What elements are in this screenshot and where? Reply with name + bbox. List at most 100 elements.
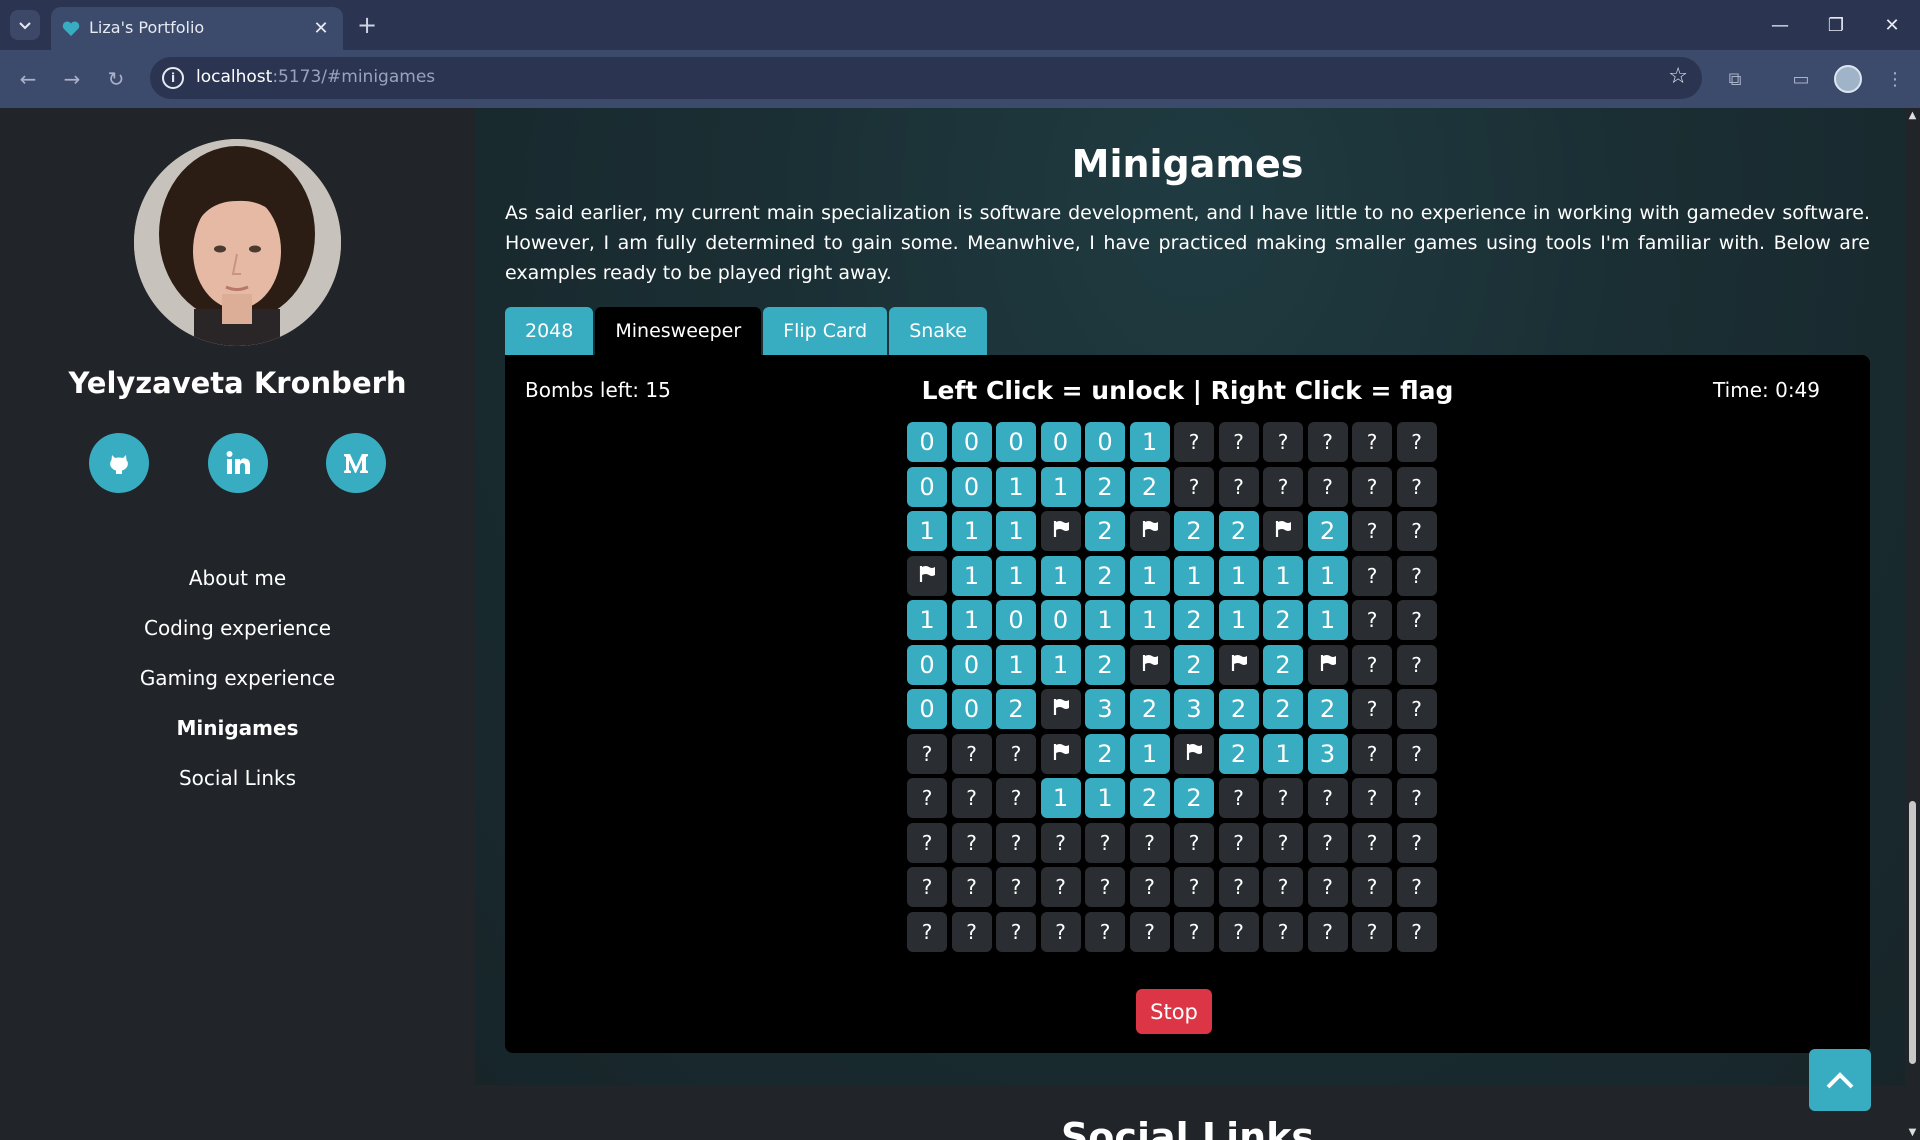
board-cell-hidden[interactable]: ? bbox=[1352, 822, 1392, 863]
board-cell-open[interactable]: 1 bbox=[1085, 778, 1125, 818]
board-cell-open[interactable]: 2 bbox=[1174, 644, 1214, 685]
board-cell-open[interactable]: 0 bbox=[907, 689, 947, 729]
board-cell-open[interactable]: 2 bbox=[1085, 466, 1125, 507]
board-cell-hidden[interactable]: ? bbox=[1218, 422, 1259, 462]
reload-icon[interactable]: ↻ bbox=[99, 62, 133, 96]
scroll-up-arrow-icon[interactable]: ▲ bbox=[1907, 110, 1918, 121]
board-cell-open[interactable]: 1 bbox=[1129, 733, 1170, 774]
board-cell-open[interactable]: 2 bbox=[1085, 511, 1125, 551]
board-cell-hidden[interactable]: ? bbox=[1085, 911, 1125, 952]
board-cell-hidden[interactable]: ? bbox=[1352, 689, 1392, 729]
restore-button[interactable]: ❐ bbox=[1808, 0, 1864, 50]
board-cell-hidden[interactable]: ? bbox=[1040, 867, 1081, 907]
board-cell-hidden[interactable]: ? bbox=[1218, 822, 1259, 863]
linkedin-link[interactable] bbox=[208, 433, 268, 493]
board-cell-hidden[interactable]: ? bbox=[1396, 422, 1437, 462]
board-cell-open[interactable]: 1 bbox=[996, 644, 1036, 685]
board-cell-open[interactable]: 0 bbox=[996, 422, 1036, 462]
board-cell-open[interactable]: 3 bbox=[1174, 689, 1214, 729]
board-cell-hidden[interactable]: ? bbox=[1352, 644, 1392, 685]
back-to-top-button[interactable] bbox=[1809, 1049, 1871, 1111]
board-cell-hidden[interactable]: ? bbox=[996, 867, 1036, 907]
forward-arrow-icon[interactable]: → bbox=[55, 62, 89, 96]
board-cell-open[interactable]: 2 bbox=[1263, 689, 1303, 729]
bookmark-star-icon[interactable]: ☆ bbox=[1668, 64, 1688, 89]
medium-link[interactable] bbox=[326, 433, 386, 493]
board-cell-open[interactable]: 2 bbox=[996, 689, 1036, 729]
board-cell-open[interactable]: 2 bbox=[1174, 778, 1214, 818]
tab-search-button[interactable] bbox=[10, 10, 40, 40]
board-cell-hidden[interactable]: ? bbox=[1352, 733, 1392, 774]
board-cell-hidden[interactable]: ? bbox=[1085, 867, 1125, 907]
board-cell-open[interactable]: 2 bbox=[1263, 644, 1303, 685]
scroll-thumb[interactable] bbox=[1909, 801, 1916, 1064]
board-cell-hidden[interactable]: ? bbox=[1307, 867, 1348, 907]
board-cell-hidden[interactable]: ? bbox=[1218, 778, 1259, 818]
scroll-down-arrow-icon[interactable]: ▼ bbox=[1907, 1127, 1918, 1138]
board-cell-hidden[interactable]: ? bbox=[996, 911, 1036, 952]
board-cell-hidden[interactable]: ? bbox=[996, 778, 1036, 818]
board-cell-hidden[interactable]: ? bbox=[996, 822, 1036, 863]
board-cell-open[interactable]: 1 bbox=[907, 600, 947, 640]
board-cell-open[interactable]: 1 bbox=[1040, 555, 1081, 596]
board-cell-flagged[interactable] bbox=[1040, 689, 1081, 729]
new-tab-button[interactable]: + bbox=[352, 10, 382, 40]
board-cell-flagged[interactable] bbox=[1040, 511, 1081, 551]
board-cell-open[interactable]: 1 bbox=[1307, 600, 1348, 640]
board-cell-hidden[interactable]: ? bbox=[1352, 555, 1392, 596]
board-cell-open[interactable]: 2 bbox=[1218, 511, 1259, 551]
board-cell-hidden[interactable]: ? bbox=[1263, 822, 1303, 863]
board-cell-hidden[interactable]: ? bbox=[907, 867, 947, 907]
board-cell-hidden[interactable]: ? bbox=[1218, 466, 1259, 507]
url-text[interactable]: localhost:5173/#minigames bbox=[196, 67, 435, 87]
board-cell-hidden[interactable]: ? bbox=[907, 778, 947, 818]
board-cell-open[interactable]: 2 bbox=[1263, 600, 1303, 640]
board-cell-hidden[interactable]: ? bbox=[1263, 911, 1303, 952]
board-cell-open[interactable]: 2 bbox=[1085, 733, 1125, 774]
board-cell-hidden[interactable]: ? bbox=[1307, 911, 1348, 952]
board-cell-open[interactable]: 0 bbox=[1040, 422, 1081, 462]
board-cell-hidden[interactable]: ? bbox=[1396, 778, 1437, 818]
board-cell-open[interactable]: 1 bbox=[1129, 600, 1170, 640]
board-cell-open[interactable]: 2 bbox=[1218, 733, 1259, 774]
tab-2048[interactable]: 2048 bbox=[505, 307, 594, 355]
board-cell-hidden[interactable]: ? bbox=[1352, 600, 1392, 640]
board-cell-hidden[interactable]: ? bbox=[1040, 822, 1081, 863]
board-cell-flagged[interactable] bbox=[1040, 733, 1081, 774]
board-cell-open[interactable]: 2 bbox=[1307, 511, 1348, 551]
board-cell-hidden[interactable]: ? bbox=[1040, 911, 1081, 952]
board-cell-open[interactable]: 1 bbox=[1040, 778, 1081, 818]
board-cell-open[interactable]: 0 bbox=[907, 644, 947, 685]
back-arrow-icon[interactable]: ← bbox=[11, 62, 45, 96]
board-cell-open[interactable]: 1 bbox=[996, 555, 1036, 596]
board-cell-open[interactable]: 0 bbox=[951, 422, 992, 462]
board-cell-hidden[interactable]: ? bbox=[1352, 778, 1392, 818]
board-cell-hidden[interactable]: ? bbox=[996, 733, 1036, 774]
extensions-icon[interactable]: ⧉ bbox=[1718, 62, 1752, 96]
board-cell-open[interactable]: 1 bbox=[907, 511, 947, 551]
board-cell-hidden[interactable]: ? bbox=[951, 911, 992, 952]
board-cell-hidden[interactable]: ? bbox=[907, 733, 947, 774]
board-cell-hidden[interactable]: ? bbox=[1218, 911, 1259, 952]
board-cell-hidden[interactable]: ? bbox=[1396, 822, 1437, 863]
board-cell-hidden[interactable]: ? bbox=[1307, 778, 1348, 818]
board-cell-hidden[interactable]: ? bbox=[1396, 555, 1437, 596]
nav-about-me[interactable]: About me bbox=[0, 566, 475, 590]
board-cell-hidden[interactable]: ? bbox=[907, 911, 947, 952]
board-cell-hidden[interactable]: ? bbox=[907, 822, 947, 863]
board-cell-open[interactable]: 3 bbox=[1085, 689, 1125, 729]
board-cell-open[interactable]: 0 bbox=[907, 466, 947, 507]
board-cell-open[interactable]: 0 bbox=[951, 466, 992, 507]
board-cell-hidden[interactable]: ? bbox=[951, 733, 992, 774]
board-cell-open[interactable]: 0 bbox=[951, 689, 992, 729]
board-cell-open[interactable]: 1 bbox=[996, 466, 1036, 507]
board-cell-hidden[interactable]: ? bbox=[1307, 422, 1348, 462]
board-cell-hidden[interactable]: ? bbox=[1396, 733, 1437, 774]
board-cell-hidden[interactable]: ? bbox=[1352, 867, 1392, 907]
browser-tab[interactable]: Liza's Portfolio ✕ bbox=[51, 7, 343, 50]
board-cell-hidden[interactable]: ? bbox=[1307, 466, 1348, 507]
cast-icon[interactable]: ▭ bbox=[1784, 62, 1818, 96]
close-window-button[interactable]: ✕ bbox=[1864, 0, 1920, 50]
address-bar[interactable]: i localhost:5173/#minigames ☆ bbox=[150, 57, 1702, 99]
board-cell-open[interactable]: 1 bbox=[996, 511, 1036, 551]
